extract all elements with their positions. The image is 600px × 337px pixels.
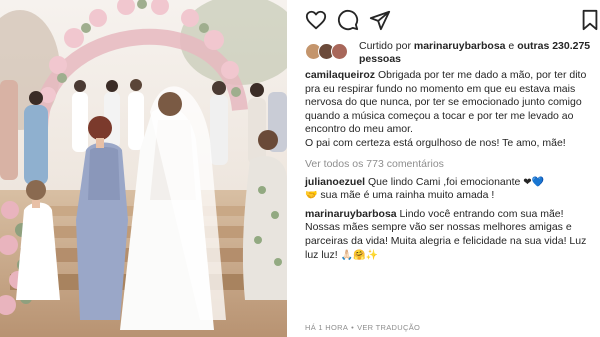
bookmark-icon[interactable]: [579, 9, 600, 31]
heart-emoji-icon: ❤💙: [523, 176, 545, 188]
translate-link[interactable]: VER TRADUÇÃO: [357, 323, 420, 332]
comment-icon[interactable]: [337, 9, 359, 31]
post-footer: HÁ 1 HORA • VER TRADUÇÃO: [305, 323, 420, 332]
action-bar: [305, 0, 598, 38]
post-panel: Curtido por marinaruybarbosa e outras 23…: [287, 0, 600, 337]
likes-text: Curtido por marinaruybarbosa e outras 23…: [359, 40, 599, 65]
separator-dot: •: [351, 323, 355, 332]
comment-text: Que lindo Cami ,foi emocionante: [368, 175, 521, 188]
post-timestamp: HÁ 1 HORA: [305, 323, 349, 332]
emoji-icon: 🙏🏻🤗✨: [340, 249, 378, 261]
view-all-comments-link[interactable]: Ver todos os 773 comentários: [305, 158, 592, 171]
liked-by-connector: e: [508, 40, 515, 52]
comment-text: sua mãe é uma rainha muito amada !: [320, 189, 495, 202]
wedding-photo-illustration: [0, 0, 287, 337]
avatar: [331, 43, 348, 60]
liked-by-user[interactable]: marinaruybarbosa: [414, 40, 506, 52]
post-caption: camilaqueiroz Obrigada por ter me dado a…: [305, 69, 592, 151]
liker-avatars: [305, 43, 353, 61]
comment-username[interactable]: marinaruybarbosa: [305, 208, 397, 220]
caption-username[interactable]: camilaqueiroz: [305, 69, 375, 81]
liked-by-prefix: Curtido por: [359, 40, 411, 52]
heart-icon[interactable]: [305, 9, 327, 31]
comment-item: julianoezuel Que lindo Cami ,foi emocion…: [305, 176, 592, 203]
comment-item: marinaruybarbosa Lindo você entrando com…: [305, 208, 592, 262]
post-photo[interactable]: [0, 0, 287, 337]
likes-summary[interactable]: Curtido por marinaruybarbosa e outras 23…: [305, 40, 592, 68]
comment-username[interactable]: julianoezuel: [305, 176, 365, 188]
caption-text-2: O pai com certeza está orgulhoso de nos!…: [305, 136, 566, 149]
share-icon[interactable]: [369, 9, 391, 31]
handshake-emoji-icon: 🤝: [305, 190, 318, 202]
